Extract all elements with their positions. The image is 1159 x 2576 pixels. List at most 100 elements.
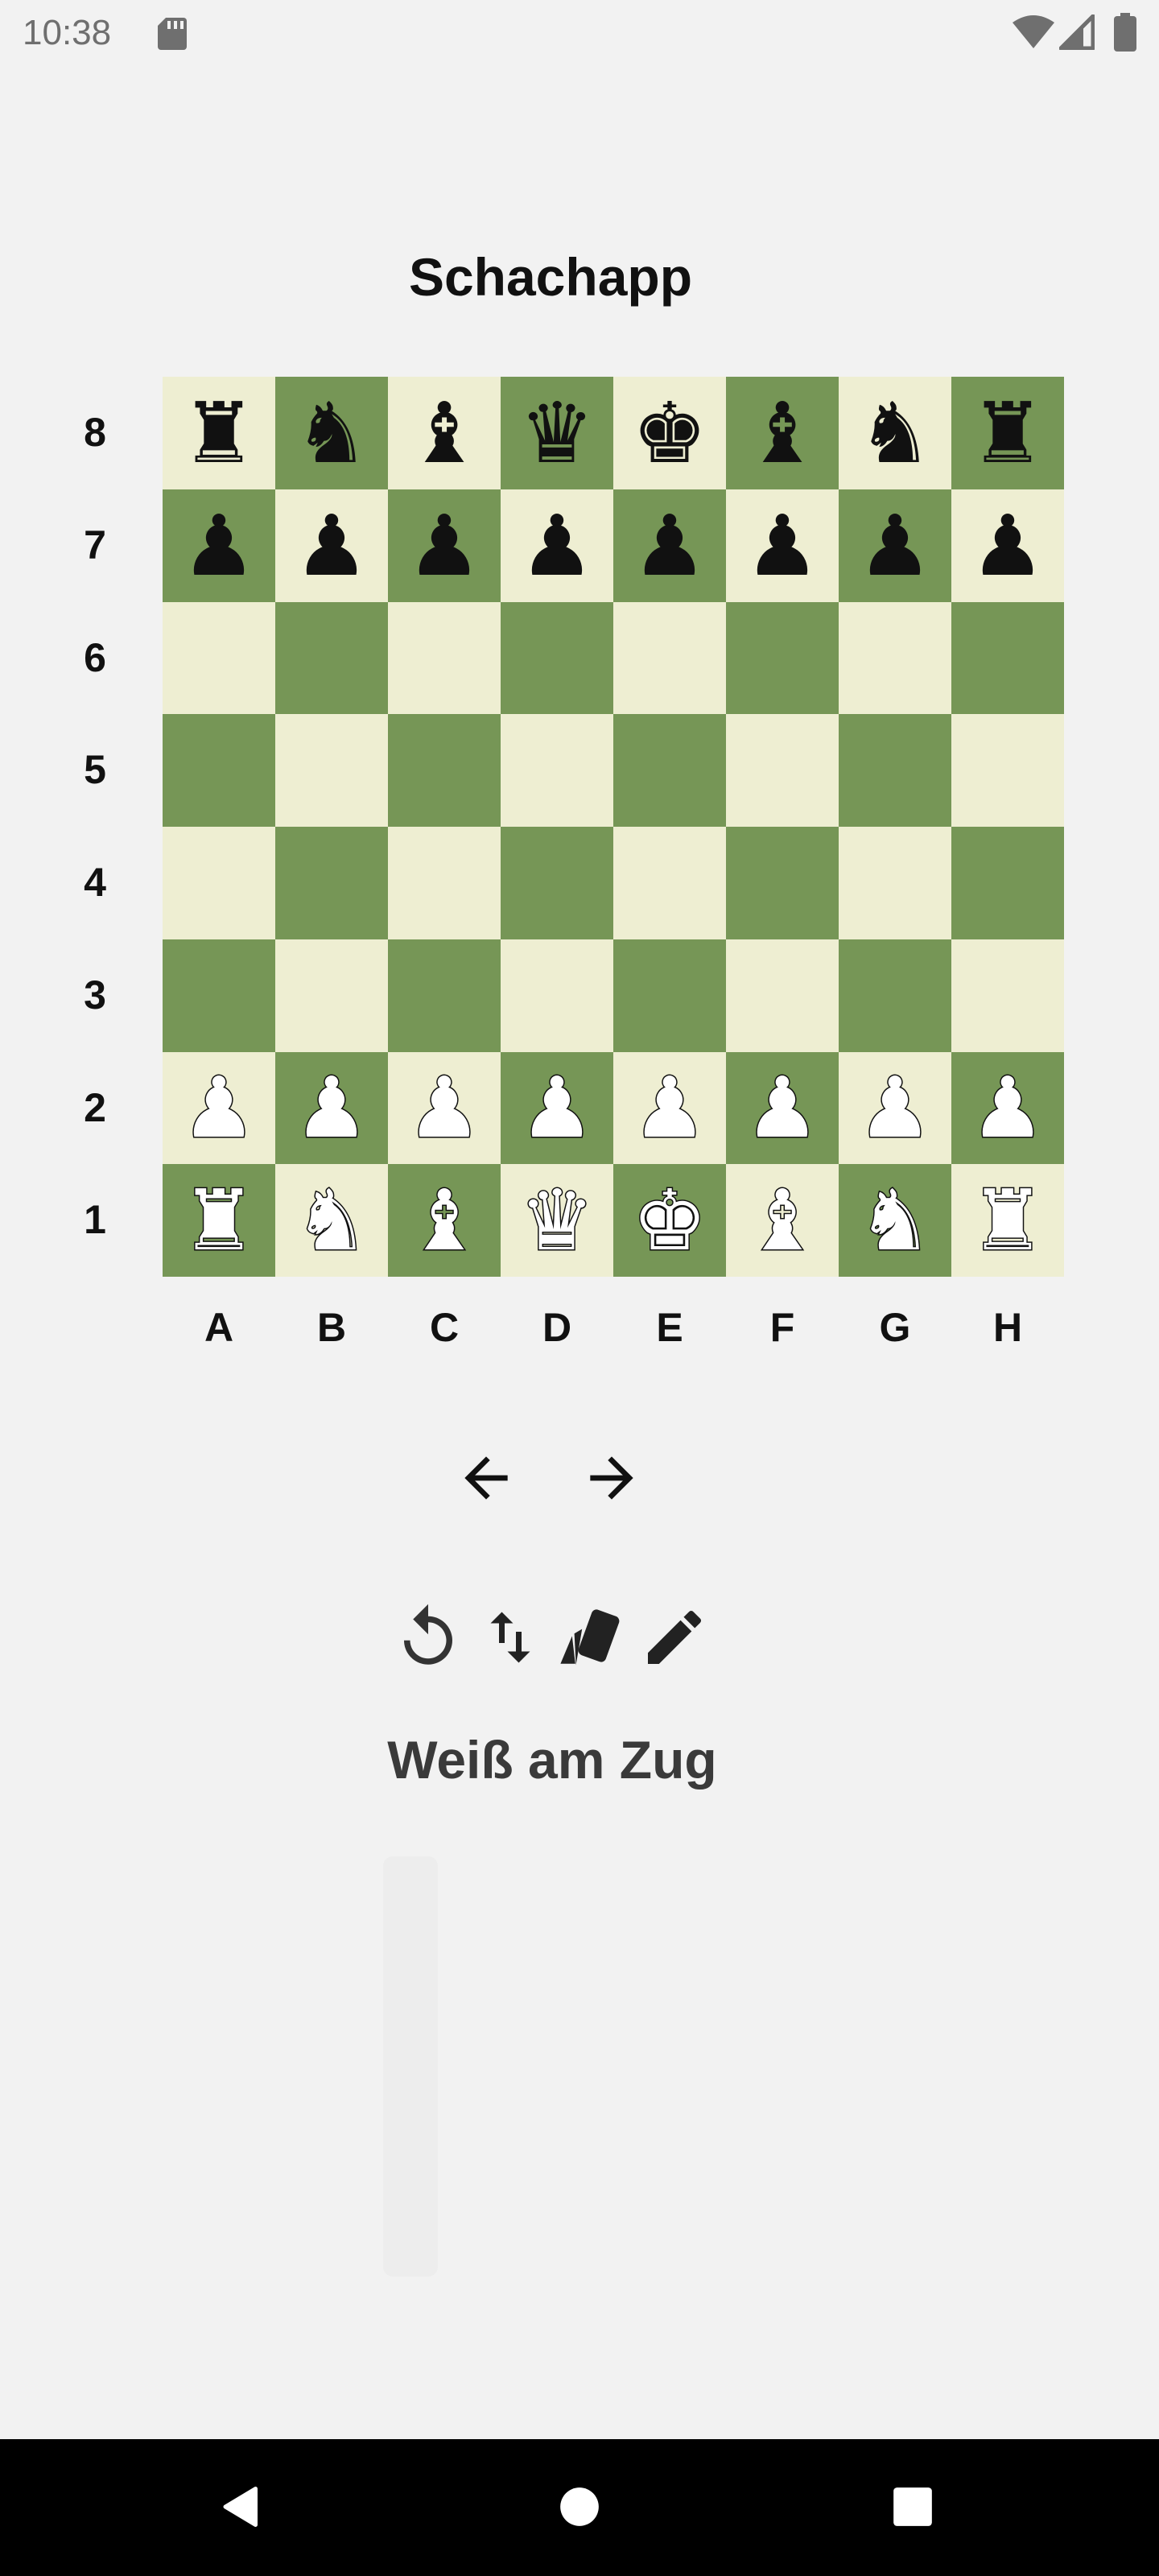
black-pawn-icon[interactable]: ♟ — [294, 504, 369, 588]
square-e3[interactable] — [613, 939, 726, 1052]
square-e2[interactable]: ♟ — [613, 1051, 726, 1165]
edit-button[interactable] — [634, 1594, 715, 1681]
black-pawn-icon[interactable]: ♟ — [970, 504, 1045, 588]
square-a5[interactable] — [163, 714, 275, 827]
square-h6[interactable] — [951, 601, 1064, 715]
square-a1[interactable]: ♜ — [163, 1164, 275, 1277]
square-f2[interactable]: ♟ — [726, 1051, 839, 1165]
square-b4[interactable] — [275, 827, 388, 939]
square-c2[interactable]: ♟ — [388, 1051, 501, 1165]
square-g5[interactable] — [839, 714, 951, 827]
white-pawn-icon[interactable]: ♟ — [518, 1065, 596, 1151]
square-h8[interactable]: ♜ — [951, 377, 1064, 489]
black-bishop-icon[interactable]: ♝ — [406, 391, 481, 475]
back-icon[interactable] — [217, 2483, 266, 2531]
square-b5[interactable] — [275, 714, 388, 827]
square-b8[interactable]: ♞ — [275, 377, 388, 489]
square-e1[interactable]: ♚ — [613, 1164, 726, 1277]
white-bishop-icon[interactable]: ♝ — [744, 1178, 821, 1264]
white-pawn-icon[interactable]: ♟ — [631, 1065, 708, 1151]
white-rook-icon[interactable]: ♜ — [180, 1178, 258, 1264]
previous-move-button[interactable] — [446, 1446, 526, 1510]
white-pawn-icon[interactable]: ♟ — [406, 1065, 483, 1151]
white-pawn-icon[interactable]: ♟ — [856, 1065, 934, 1151]
square-b2[interactable]: ♟ — [275, 1051, 388, 1165]
square-a7[interactable]: ♟ — [163, 489, 275, 602]
square-f7[interactable]: ♟ — [726, 489, 839, 602]
square-f5[interactable] — [726, 714, 839, 827]
square-a2[interactable]: ♟ — [163, 1051, 275, 1165]
square-b6[interactable] — [275, 601, 388, 715]
move-list[interactable] — [383, 1856, 438, 2277]
white-rook-icon[interactable]: ♜ — [969, 1178, 1046, 1264]
square-d3[interactable] — [501, 939, 613, 1052]
square-d1[interactable]: ♛ — [501, 1164, 613, 1277]
white-pawn-icon[interactable]: ♟ — [969, 1065, 1046, 1151]
white-bishop-icon[interactable]: ♝ — [406, 1178, 483, 1264]
square-b1[interactable]: ♞ — [275, 1164, 388, 1277]
white-pawn-icon[interactable]: ♟ — [293, 1065, 370, 1151]
square-g4[interactable] — [839, 827, 951, 939]
square-d2[interactable]: ♟ — [501, 1051, 613, 1165]
square-g3[interactable] — [839, 939, 951, 1052]
square-f8[interactable]: ♝ — [726, 377, 839, 489]
square-h4[interactable] — [951, 827, 1064, 939]
square-b3[interactable] — [275, 939, 388, 1052]
square-g8[interactable]: ♞ — [839, 377, 951, 489]
square-g2[interactable]: ♟ — [839, 1051, 951, 1165]
black-rook-icon[interactable]: ♜ — [970, 391, 1045, 475]
square-g6[interactable] — [839, 601, 951, 715]
square-e8[interactable]: ♚ — [613, 377, 726, 489]
square-g1[interactable]: ♞ — [839, 1164, 951, 1277]
square-d4[interactable] — [501, 827, 613, 939]
square-h5[interactable] — [951, 714, 1064, 827]
square-e6[interactable] — [613, 601, 726, 715]
square-d6[interactable] — [501, 601, 613, 715]
black-pawn-icon[interactable]: ♟ — [857, 504, 932, 588]
square-c3[interactable] — [388, 939, 501, 1052]
black-king-icon[interactable]: ♚ — [632, 391, 707, 475]
square-e4[interactable] — [613, 827, 726, 939]
square-c7[interactable]: ♟ — [388, 489, 501, 602]
square-d5[interactable] — [501, 714, 613, 827]
black-pawn-icon[interactable]: ♟ — [519, 504, 594, 588]
square-e5[interactable] — [613, 714, 726, 827]
recents-icon[interactable] — [892, 2486, 934, 2528]
white-knight-icon[interactable]: ♞ — [856, 1178, 934, 1264]
black-knight-icon[interactable]: ♞ — [294, 391, 369, 475]
square-a4[interactable] — [163, 827, 275, 939]
square-f4[interactable] — [726, 827, 839, 939]
square-h3[interactable] — [951, 939, 1064, 1052]
square-e7[interactable]: ♟ — [613, 489, 726, 602]
white-pawn-icon[interactable]: ♟ — [744, 1065, 821, 1151]
square-c5[interactable] — [388, 714, 501, 827]
square-d7[interactable]: ♟ — [501, 489, 613, 602]
square-a6[interactable] — [163, 601, 275, 715]
square-f3[interactable] — [726, 939, 839, 1052]
square-a8[interactable]: ♜ — [163, 377, 275, 489]
black-bishop-icon[interactable]: ♝ — [744, 391, 819, 475]
white-knight-icon[interactable]: ♞ — [293, 1178, 370, 1264]
square-f1[interactable]: ♝ — [726, 1164, 839, 1277]
black-queen-icon[interactable]: ♛ — [519, 391, 594, 475]
square-h2[interactable]: ♟ — [951, 1051, 1064, 1165]
black-knight-icon[interactable]: ♞ — [857, 391, 932, 475]
home-icon[interactable] — [559, 2486, 600, 2528]
black-pawn-icon[interactable]: ♟ — [632, 504, 707, 588]
black-pawn-icon[interactable]: ♟ — [406, 504, 481, 588]
square-h1[interactable]: ♜ — [951, 1164, 1064, 1277]
white-queen-icon[interactable]: ♛ — [518, 1178, 596, 1264]
square-f6[interactable] — [726, 601, 839, 715]
square-c4[interactable] — [388, 827, 501, 939]
square-g7[interactable]: ♟ — [839, 489, 951, 602]
square-c6[interactable] — [388, 601, 501, 715]
square-c8[interactable]: ♝ — [388, 377, 501, 489]
white-king-icon[interactable]: ♚ — [631, 1178, 708, 1264]
black-pawn-icon[interactable]: ♟ — [181, 504, 256, 588]
square-c1[interactable]: ♝ — [388, 1164, 501, 1277]
square-a3[interactable] — [163, 939, 275, 1052]
theme-button[interactable] — [551, 1594, 631, 1681]
white-pawn-icon[interactable]: ♟ — [180, 1065, 258, 1151]
square-b7[interactable]: ♟ — [275, 489, 388, 602]
reset-button[interactable] — [388, 1594, 468, 1681]
